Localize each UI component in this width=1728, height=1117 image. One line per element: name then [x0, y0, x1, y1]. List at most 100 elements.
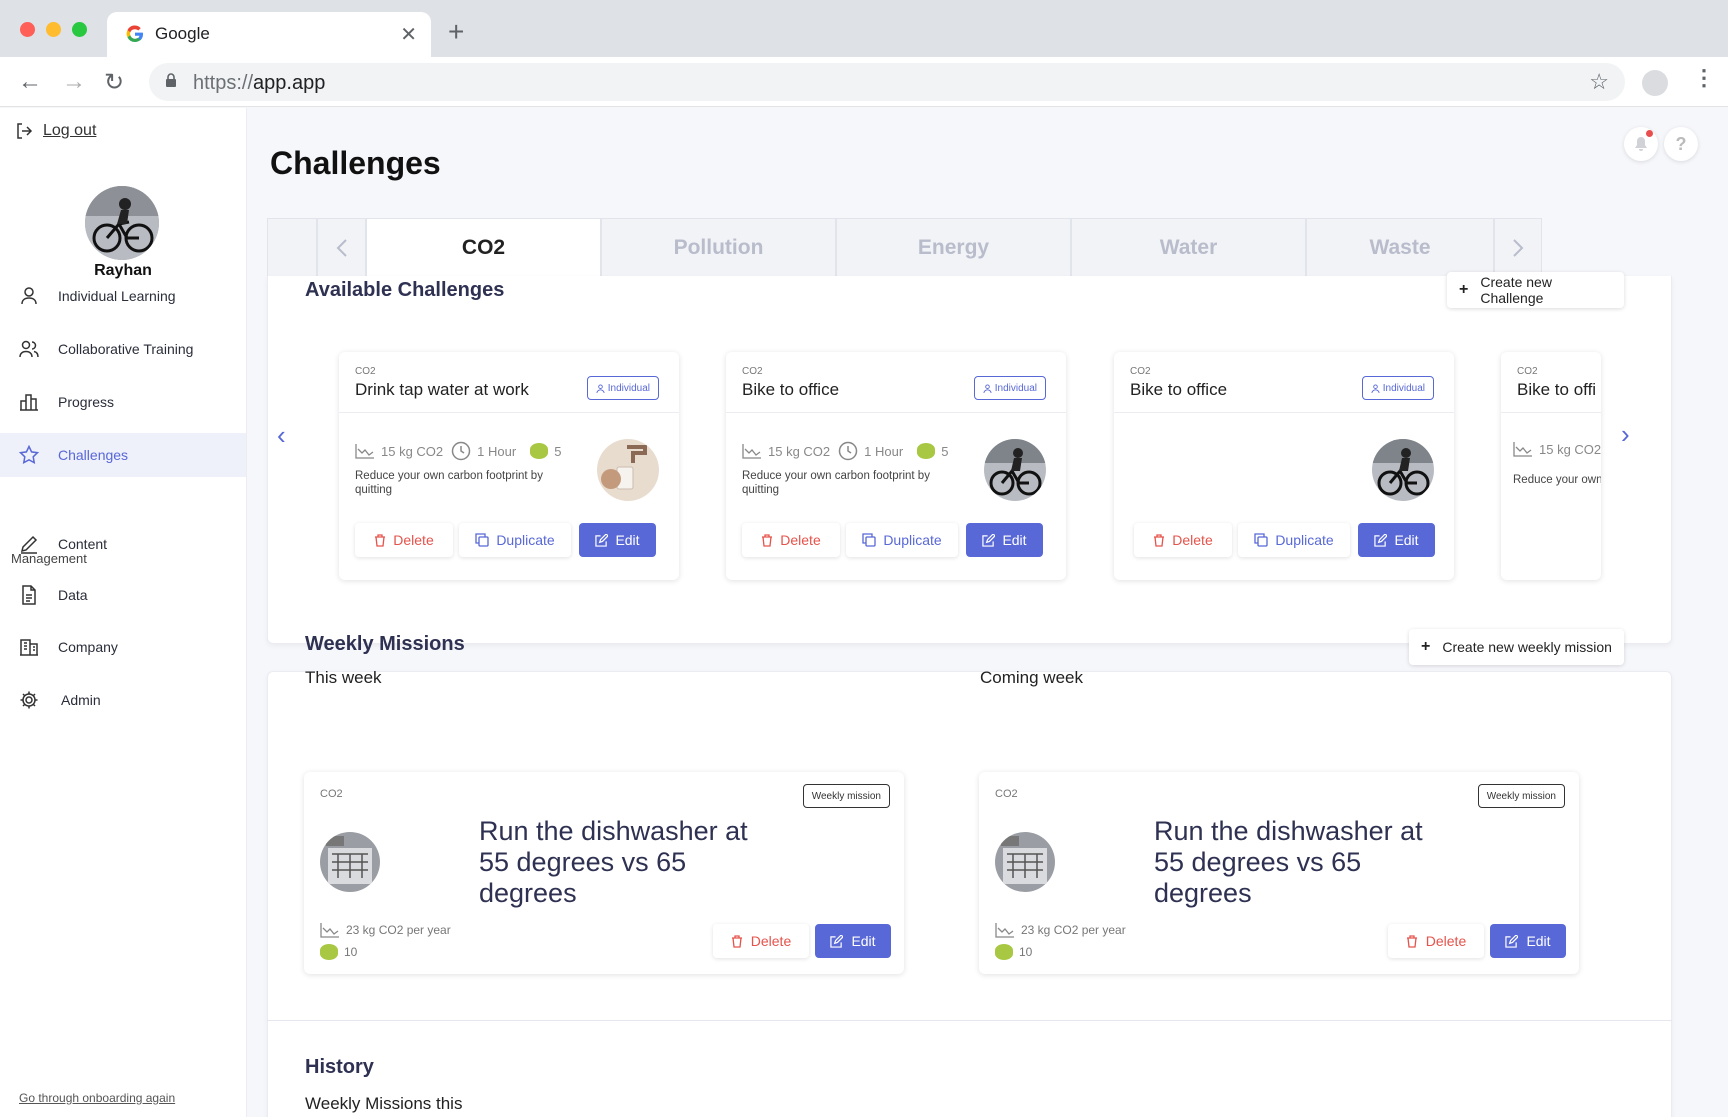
- tab-pollution[interactable]: Pollution: [601, 218, 836, 277]
- pencil-icon: [20, 535, 38, 554]
- individual-badge: Individual: [1361, 376, 1434, 400]
- sidebar-item-progress[interactable]: Progress: [0, 380, 246, 424]
- url-field[interactable]: https://app.app ☆: [149, 63, 1625, 101]
- notification-button[interactable]: [1624, 127, 1658, 161]
- edit-button[interactable]: Edit: [1358, 523, 1435, 557]
- badge-label: Individual: [994, 382, 1037, 394]
- people-icon: [19, 340, 39, 358]
- tab-water[interactable]: Water: [1071, 218, 1306, 277]
- sidebar-item-collaborative-training[interactable]: Collaborative Training: [0, 327, 246, 371]
- notification-dot: [1646, 130, 1653, 137]
- card-category: CO2: [1517, 366, 1538, 377]
- browser-menu-icon[interactable]: ⋮: [1693, 65, 1715, 91]
- challenge-card[interactable]: CO2 Bike to offi 15 kg CO2 Reduce your o…: [1501, 352, 1601, 580]
- bell-icon: [1635, 137, 1647, 151]
- sidebar-item-label: Company: [58, 639, 118, 655]
- sidebar-item-content[interactable]: Content: [0, 522, 246, 566]
- available-challenges-title: Available Challenges: [305, 279, 505, 301]
- bookmark-star-icon[interactable]: ☆: [1589, 69, 1609, 95]
- edit-button[interactable]: Edit: [966, 523, 1043, 557]
- logout-label: Log out: [43, 122, 97, 139]
- new-tab-button[interactable]: +: [448, 18, 464, 46]
- lock-icon: [166, 73, 176, 87]
- avatar[interactable]: [85, 186, 159, 260]
- close-window-button[interactable]: [20, 22, 35, 37]
- tab-waste[interactable]: Waste: [1306, 218, 1494, 277]
- back-icon[interactable]: ←: [18, 68, 42, 96]
- close-tab-icon[interactable]: ✕: [400, 22, 417, 47]
- document-icon: [22, 585, 36, 605]
- mission-co2: 23 kg CO2 per year: [1021, 923, 1126, 937]
- minimize-window-button[interactable]: [46, 22, 61, 37]
- clock-icon: [451, 441, 471, 461]
- chevron-right-icon: [1513, 238, 1524, 257]
- mission-card-coming-week[interactable]: CO2 Weekly mission Run the dishwasher at…: [979, 772, 1579, 974]
- reload-icon[interactable]: ↻: [104, 68, 124, 97]
- edit-icon: [1374, 533, 1388, 547]
- carousel-prev-arrow[interactable]: ‹: [277, 420, 286, 451]
- category-tabs: CO2 Pollution Energy Water Waste: [267, 218, 1672, 277]
- chevron-left-icon: [336, 238, 347, 257]
- card-meta: 15 kg CO2 1 Hour 5: [742, 441, 948, 461]
- coin-icon: [917, 443, 936, 459]
- logout-link[interactable]: Log out: [15, 122, 96, 140]
- mission-card-this-week[interactable]: CO2 Weekly mission Run the dishwasher at…: [304, 772, 904, 974]
- browser-tab[interactable]: Google ✕: [107, 12, 431, 57]
- edit-icon: [595, 533, 609, 547]
- challenge-card[interactable]: CO2 Drink tap water at work Individual 1…: [339, 352, 679, 580]
- create-challenge-button[interactable]: + Create new Challenge: [1447, 272, 1624, 308]
- profile-avatar[interactable]: [1642, 70, 1668, 96]
- person-icon: [1371, 383, 1380, 393]
- duplicate-button[interactable]: Duplicate: [1238, 523, 1350, 557]
- forward-icon[interactable]: →: [62, 68, 86, 96]
- tab-co2[interactable]: CO2: [366, 218, 601, 277]
- create-weekly-mission-button[interactable]: + Create new weekly mission: [1409, 629, 1624, 665]
- card-co2: 15 kg CO2: [381, 443, 444, 459]
- delete-button[interactable]: Delete: [1134, 523, 1232, 557]
- mission-category: CO2: [995, 788, 1018, 800]
- challenge-card[interactable]: CO2 Bike to office Individual Delete Dup…: [1114, 352, 1454, 580]
- bar-chart-icon: [20, 394, 38, 411]
- delete-button[interactable]: Delete: [355, 523, 453, 557]
- sidebar-item-label: Admin: [61, 692, 101, 708]
- duplicate-label: Duplicate: [883, 532, 942, 548]
- delete-button[interactable]: Delete: [1388, 924, 1484, 958]
- edit-label: Edit: [851, 933, 876, 949]
- dishwasher-image: [995, 832, 1055, 892]
- help-button[interactable]: ?: [1664, 127, 1698, 161]
- delete-button[interactable]: Delete: [742, 523, 840, 557]
- maximize-window-button[interactable]: [72, 22, 87, 37]
- history-title: History: [305, 1056, 374, 1078]
- mission-co2: 23 kg CO2 per year: [346, 923, 451, 937]
- duplicate-button[interactable]: Duplicate: [459, 523, 571, 557]
- tabs-next-button[interactable]: [1494, 218, 1542, 277]
- sidebar-item-company[interactable]: Company: [0, 625, 246, 669]
- sidebar-item-data[interactable]: Data: [0, 573, 246, 617]
- sidebar-item-challenges[interactable]: Challenges: [0, 433, 246, 477]
- card-divider: [1114, 412, 1454, 413]
- card-points: 5: [554, 443, 562, 459]
- trash-icon: [762, 533, 773, 547]
- edit-button[interactable]: Edit: [1490, 924, 1566, 958]
- edit-icon: [982, 533, 996, 547]
- carousel-next-arrow[interactable]: ›: [1621, 419, 1630, 450]
- card-divider: [339, 412, 679, 413]
- trend-chart-icon: [355, 444, 374, 459]
- create-weekly-mission-label: Create new weekly mission: [1442, 639, 1612, 655]
- edit-button[interactable]: Edit: [815, 924, 891, 958]
- edit-button[interactable]: Edit: [579, 523, 656, 557]
- history-subtitle: Weekly Missions this: [305, 1094, 463, 1113]
- tabs-prev-button[interactable]: [317, 218, 366, 277]
- delete-button[interactable]: Delete: [713, 924, 809, 958]
- duplicate-button[interactable]: Duplicate: [846, 523, 958, 557]
- edit-label: Edit: [1394, 532, 1419, 548]
- onboarding-link[interactable]: Go through onboarding again: [19, 1091, 175, 1105]
- duplicate-icon: [1254, 533, 1268, 547]
- sidebar: Log out Rayhan Individual Learning Colla…: [0, 108, 247, 1117]
- tab-energy[interactable]: Energy: [836, 218, 1071, 277]
- sidebar-item-individual-learning[interactable]: Individual Learning: [0, 274, 246, 318]
- challenge-card[interactable]: CO2 Bike to office Individual 15 kg CO2 …: [726, 352, 1066, 580]
- sidebar-item-label: Data: [58, 587, 88, 603]
- sidebar-item-admin[interactable]: Admin: [0, 678, 246, 722]
- weekly-mission-badge: Weekly mission: [802, 784, 890, 808]
